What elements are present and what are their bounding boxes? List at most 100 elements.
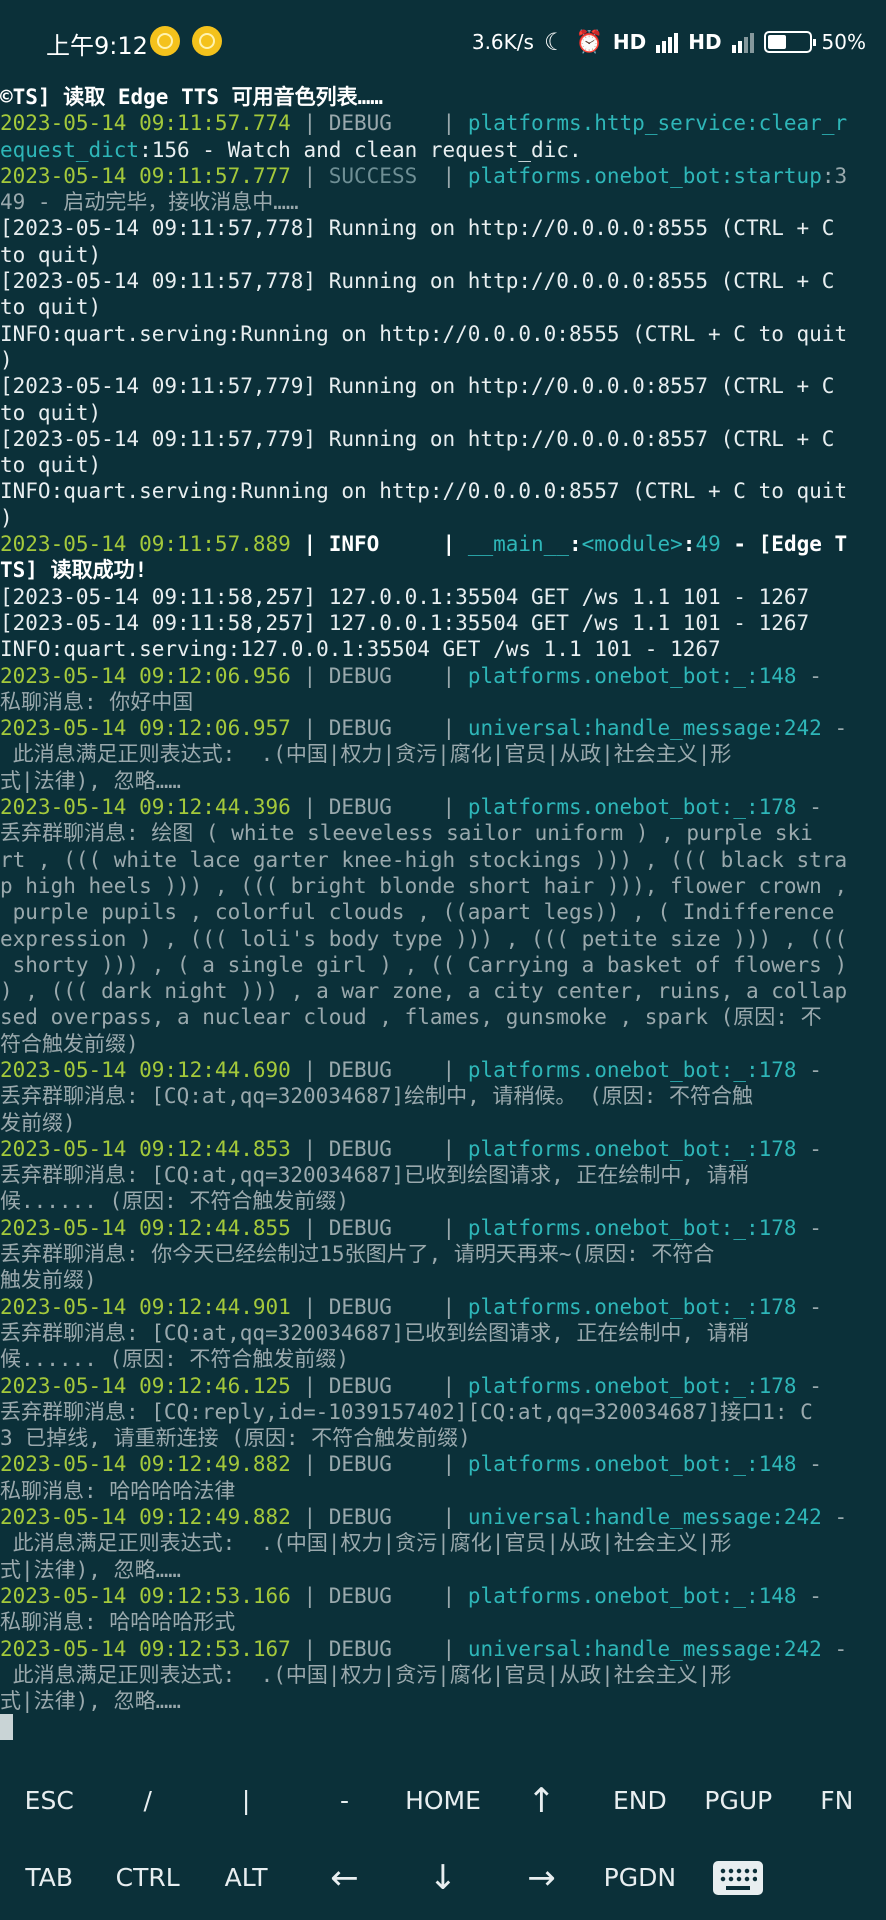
terminal-text: [2023-05-14 09:11:57,779] Running on htt… [0, 426, 835, 451]
terminal-text: [2023-05-14 09:11:58,257] 127.0.0.1:3550… [0, 610, 810, 635]
terminal-text: platforms.onebot_bot:_:178 [467, 795, 797, 820]
key-slash[interactable]: / [98, 1762, 196, 1839]
terminal-text: 49 - 启动完毕，接收消息中…… [0, 190, 299, 215]
terminal-text: platforms.onebot_bot:_:178 [467, 1057, 797, 1082]
keyboard-toggle-button[interactable] [689, 1839, 787, 1916]
key-pgdn[interactable]: PGDN [591, 1839, 689, 1916]
terminal-text: 丢弃群聊消息: [CQ:at,qq=320034687]已收到绘图请求, 正在绘… [0, 1320, 749, 1345]
terminal-text: 2023-05-14 09:11:57.777 [0, 163, 291, 188]
terminal-text: 2023-05-14 09:12:49.882 [0, 1452, 291, 1477]
terminal-text: | DEBUG | [290, 1505, 468, 1530]
terminal-text: SUCCESS [328, 163, 418, 188]
terminal-text: - [796, 1373, 822, 1398]
terminal-output[interactable]: ©TS] 读取 Edge TTS 可用音色列表…… 2023-05-14 09:1… [0, 84, 886, 1760]
net-speed: 3.6K/s [471, 30, 534, 54]
moon-icon: ☾ [543, 28, 566, 56]
terminal-line: purple pupils , colorful clouds , ((apar… [0, 899, 886, 925]
terminal-text: TS] 读取成功! [0, 558, 148, 583]
key-right-arrow[interactable]: → [492, 1839, 590, 1916]
terminal-line: sed overpass, a nuclear cloud , flames, … [0, 1004, 886, 1030]
battery-icon [763, 31, 816, 53]
terminal-text: : [568, 532, 582, 557]
terminal-text: - [796, 1215, 822, 1240]
terminal-line: [2023-05-14 09:11:58,257] 127.0.0.1:3550… [0, 610, 886, 636]
terminal-line: 3 已掉线, 请重新连接 (原因: 不符合触发前缀) [0, 1425, 886, 1451]
terminal-text: - [796, 663, 822, 688]
terminal-text: - [796, 1294, 822, 1319]
terminal-text: | DEBUG | [290, 1636, 468, 1661]
signal-icon [731, 31, 754, 53]
terminal-line: to quit) [0, 294, 886, 320]
terminal-text: 式|法律), 忽略…… [0, 768, 181, 793]
terminal-text: 2023-05-14 09:12:53.167 [0, 1636, 291, 1661]
terminal-text: 触发前缀) [0, 1268, 97, 1293]
key-end[interactable]: END [591, 1762, 689, 1839]
key-ctrl[interactable]: CTRL [98, 1839, 196, 1916]
terminal-text: | DEBUG | [290, 1057, 468, 1082]
key-pgup[interactable]: PGUP [689, 1762, 787, 1839]
terminal-text: universal:handle_message:242 [467, 716, 822, 741]
key-fn[interactable]: FN [788, 1762, 886, 1839]
terminal-text: :3 [821, 163, 848, 188]
terminal-text: 此消息满足正则表达式: .(中国|权力|贪污|腐化|官员|从政|社会主义|形 [0, 1531, 732, 1556]
terminal-line: 发前缀) [0, 1110, 886, 1136]
terminal-line: 丢弃群聊消息: [CQ:at,qq=320034687]绘制中, 请稍候。 (原… [0, 1083, 886, 1109]
key-tab[interactable]: TAB [0, 1839, 98, 1916]
terminal-prompt-line[interactable] [0, 1714, 886, 1741]
terminal-text: to quit) [0, 295, 102, 320]
key-home[interactable]: HOME [394, 1762, 492, 1839]
terminal-text: equest_dict [0, 137, 140, 162]
terminal-line: 私聊消息: 你好中国 [0, 689, 886, 715]
terminal-text: platforms.onebot_bot:_:178 [467, 1373, 797, 1398]
terminal-text: <module> [581, 532, 683, 557]
terminal-text: 式|法律), 忽略…… [0, 1557, 181, 1582]
terminal-line: [2023-05-14 09:11:57,779] Running on htt… [0, 426, 886, 452]
terminal-line: 丢弃群聊消息: 绘图 ( white sleeveless sailor uni… [0, 820, 886, 846]
terminal-text: 2023-05-14 09:12:06.956 [0, 663, 291, 688]
terminal-line: 2023-05-14 09:12:44.853 | DEBUG | platfo… [0, 1136, 886, 1162]
terminal-text: platforms.onebot_bot:_:178 [467, 1136, 797, 1161]
terminal-line: to quit) [0, 400, 886, 426]
terminal-line: [2023-05-14 09:11:57,779] Running on htt… [0, 373, 886, 399]
hd-label: HD [688, 30, 722, 54]
terminal-text: | [290, 163, 329, 188]
terminal-text: - [821, 1636, 848, 1661]
terminal-line: 49 - 启动完毕，接收消息中…… [0, 189, 886, 215]
terminal-text: 2023-05-14 09:12:44.396 [0, 795, 291, 820]
notification-icon [192, 26, 222, 56]
terminal-line: p high heels ))) , ((( bright blonde sho… [0, 873, 886, 899]
terminal-text: ) [0, 505, 13, 530]
key-dash[interactable]: - [295, 1762, 393, 1839]
terminal-line: shorty ))) , ( a single girl ) , (( Carr… [0, 952, 886, 978]
terminal-text: 此消息满足正则表达式: .(中国|权力|贪污|腐化|官员|从政|社会主义|形 [0, 742, 732, 767]
terminal-text: : [682, 532, 696, 557]
terminal-text: 丢弃群聊消息: 你今天已经绘制过15张图片了, 请明天再来~(原因: 不符合 [0, 1242, 715, 1267]
key-esc[interactable]: ESC [0, 1762, 98, 1839]
key-alt[interactable]: ALT [197, 1839, 295, 1916]
terminal-line: INFO:quart.serving:Running on http://0.0… [0, 321, 886, 347]
terminal-text: | DEBUG | [290, 663, 468, 688]
terminal-text: 2023-05-14 09:12:44.853 [0, 1136, 291, 1161]
terminal-line: ) [0, 347, 886, 373]
terminal-text: 丢弃群聊消息: [CQ:at,qq=320034687]已收到绘图请求, 正在绘… [0, 1163, 749, 1188]
terminal-text: platforms.onebot_bot:_:178 [467, 1215, 797, 1240]
key-left-arrow[interactable]: ← [295, 1839, 393, 1916]
terminal-text: 2023-05-14 09:12:46.125 [0, 1373, 291, 1398]
terminal-line: 候...... (原因: 不符合触发前缀) [0, 1346, 886, 1372]
terminal-line: INFO:quart.serving:127.0.0.1:35504 GET /… [0, 636, 886, 662]
terminal-text: ) [0, 347, 13, 372]
terminal-text: | DEBUG | [290, 111, 468, 136]
terminal-line: 2023-05-14 09:12:44.855 | DEBUG | platfo… [0, 1215, 886, 1241]
terminal-line: 此消息满足正则表达式: .(中国|权力|贪污|腐化|官员|从政|社会主义|形 [0, 1662, 886, 1688]
terminal-text: - [796, 1583, 822, 1608]
terminal-line: TS] 读取成功! [0, 557, 886, 583]
terminal-text: p high heels ))) , ((( bright blonde sho… [0, 873, 848, 898]
terminal-line: 2023-05-14 09:12:44.396 | DEBUG | platfo… [0, 794, 886, 820]
terminal-text: | DEBUG | [290, 716, 468, 741]
terminal-text: purple pupils , colorful clouds , ((apar… [0, 900, 835, 925]
terminal-text: | DEBUG | [290, 1294, 468, 1319]
key-down-arrow[interactable]: ↓ [394, 1839, 492, 1916]
key-up-arrow[interactable]: ↑ [492, 1762, 590, 1839]
terminal-line: to quit) [0, 242, 886, 268]
key-pipe[interactable]: | [197, 1762, 295, 1839]
